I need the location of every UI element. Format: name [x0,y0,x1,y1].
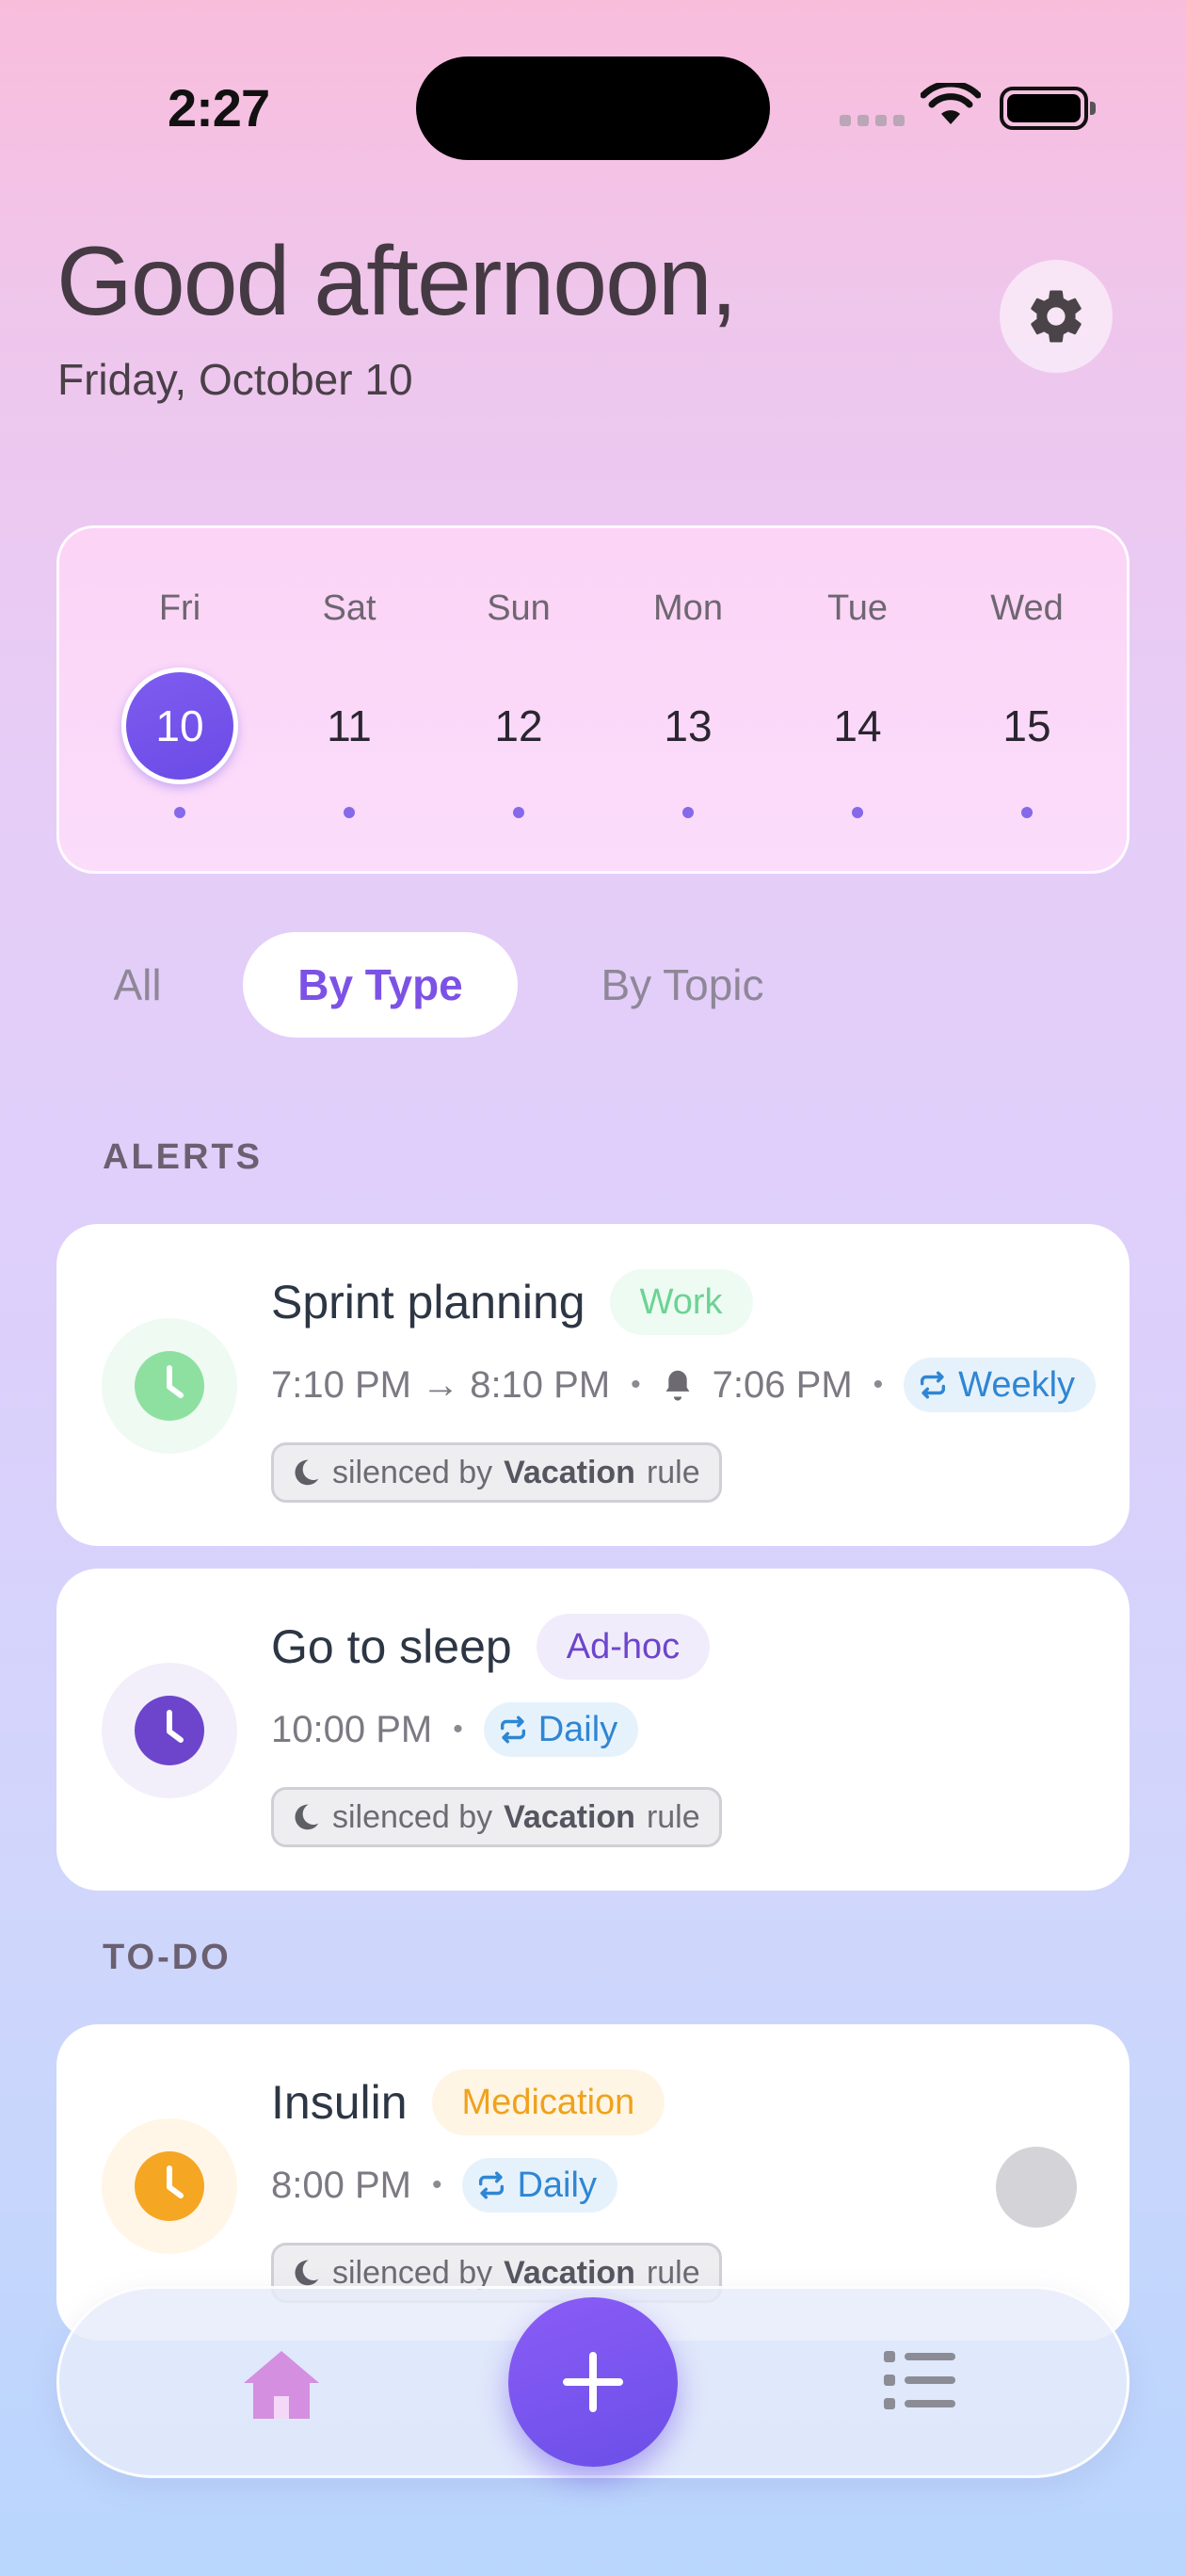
clock-icon [135,2151,204,2221]
item-title-row: Sprint planning Work [271,1269,753,1335]
item-title: Sprint planning [271,1276,585,1328]
list-item[interactable]: Go to sleep Ad-hoc 10:00 PM • Daily sile… [56,1569,1130,1891]
week-calendar: Fri 10 Sat 11 Sun 12 Mon 13 Tue 14 Wed 1… [56,525,1130,874]
event-dot [852,807,863,818]
gear-icon [1031,290,1082,343]
home-icon [244,2351,319,2419]
repeat-label: Daily [537,1709,618,1749]
repeat-icon [921,1371,946,1399]
status-time: 2:27 [168,78,270,137]
item-title-row: Go to sleep Ad-hoc [271,1614,711,1680]
bell-icon [665,1370,690,1401]
add-item-button[interactable] [508,2297,678,2467]
separator-dot: • [631,1369,641,1400]
day-of-week: Wed [990,588,1064,628]
item-title: Insulin [271,2076,408,2129]
wifi-icon [921,83,981,124]
item-meta: 10:00 PM • Daily [271,1702,639,1757]
nav-list-button[interactable] [884,2349,955,2416]
repeat-badge: Daily [462,2158,617,2213]
item-meta: 8:00 PM • Daily [271,2158,617,2213]
day-number: 12 [494,701,543,750]
silenced-suffix: rule [646,1454,700,1490]
repeat-icon [479,2171,505,2199]
category-tag: Medication [431,2069,665,2135]
greeting-title: Good afternoon, [56,227,738,336]
tab-by-topic[interactable]: By Topic [574,932,791,1038]
moon-icon [295,1459,319,1486]
silenced-prefix: silenced by [332,1454,493,1490]
moon-icon [295,2260,319,2286]
item-title-row: Insulin Medication [271,2069,665,2135]
calendar-day-tue[interactable]: Tue 14 [792,528,923,877]
event-dot [174,807,185,818]
item-icon-badge [102,1318,237,1454]
moon-icon [295,1804,319,1830]
current-date: Friday, October 10 [57,355,413,404]
section-header-todo: TO-DO [103,1938,232,1977]
day-of-week: Mon [653,588,723,628]
silenced-badge: silenced by Vacation rule [271,1442,722,1503]
event-dot [344,807,355,818]
calendar-day-sat[interactable]: Sat 11 [283,528,415,877]
list-icon [884,2351,955,2409]
battery-icon [1000,87,1096,130]
calendar-day-sun[interactable]: Sun 12 [453,528,585,877]
day-number: 11 [327,701,372,750]
silenced-rule: Vacation [504,1798,635,1835]
clock-icon [135,1696,204,1765]
event-dot [513,807,524,818]
day-of-week: Fri [158,588,201,628]
separator-dot: • [873,1369,884,1400]
separator-dot: • [453,1714,463,1745]
item-icon-badge [102,1663,237,1798]
dynamic-island [416,56,770,160]
silenced-prefix: silenced by [332,1798,493,1835]
clock-icon [135,1351,204,1421]
separator-dot: • [431,2169,442,2200]
alert-time: 7:06 PM [712,1363,853,1406]
item-meta: 7:10 PM → 8:10 PM • 7:06 PM • Weekly [271,1358,1097,1412]
event-dot [682,807,694,818]
category-tag: Ad-hoc [536,1614,711,1680]
repeat-label: Weekly [958,1364,1076,1405]
repeat-icon [500,1715,525,1744]
day-of-week: Tue [826,588,889,628]
category-tag: Work [609,1269,753,1335]
item-time: 8:00 PM [271,2164,411,2206]
silenced-badge: silenced by Vacation rule [271,1787,722,1847]
plus-icon [563,2352,623,2412]
repeat-badge: Weekly [904,1358,1097,1412]
day-of-week: Sat [322,588,377,628]
event-dot [1021,807,1033,818]
section-header-alerts: ALERTS [103,1137,263,1177]
settings-button[interactable] [1000,260,1113,373]
repeat-badge: Daily [483,1702,639,1757]
calendar-day-wed[interactable]: Wed 15 [961,528,1093,877]
complete-checkbox[interactable] [996,2147,1077,2228]
day-number: 13 [664,701,713,750]
day-number: 10 [121,668,238,784]
calendar-day-fri[interactable]: Fri 10 [114,528,246,877]
day-of-week: Sun [487,588,551,628]
silenced-rule: Vacation [504,1454,635,1490]
silenced-suffix: rule [646,1798,700,1835]
repeat-label: Daily [517,2165,597,2205]
tab-all[interactable]: All [85,932,190,1038]
day-number: 15 [1002,701,1051,750]
calendar-day-mon[interactable]: Mon 13 [622,528,754,877]
tab-by-type[interactable]: By Type [243,932,518,1038]
item-icon-badge [102,2118,237,2254]
nav-home-button[interactable] [236,2347,327,2427]
day-number: 14 [833,701,882,750]
item-title: Go to sleep [271,1620,512,1673]
list-item[interactable]: Sprint planning Work 7:10 PM → 8:10 PM •… [56,1224,1130,1546]
cellular-signal-icon [840,115,905,126]
item-time: 10:00 PM [271,1708,433,1750]
item-time: 7:10 PM → 8:10 PM [271,1363,611,1406]
